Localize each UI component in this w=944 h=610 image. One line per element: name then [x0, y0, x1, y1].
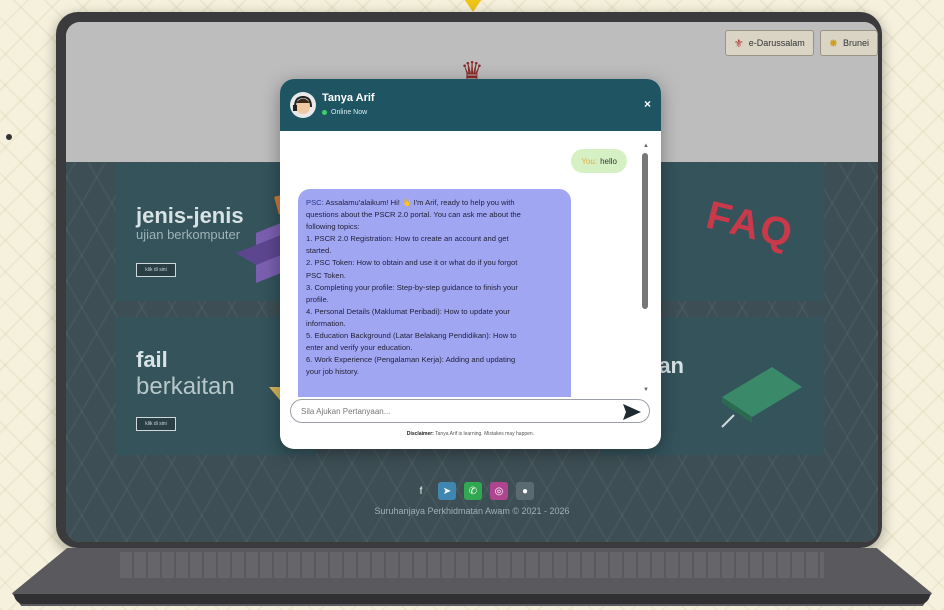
tile-button[interactable]: klik di sini [136, 417, 176, 431]
bot-line: information. [306, 318, 346, 328]
bot-line: 5. Education Background (Latar Belakang … [306, 331, 517, 341]
web-icon[interactable]: ● [516, 482, 534, 500]
whatsapp-icon[interactable]: ✆ [464, 482, 482, 500]
close-button[interactable]: × [644, 97, 651, 111]
tile-subtitle: ujian berkomputer [136, 227, 241, 242]
disclaimer-label: Disclaimer: [406, 431, 434, 437]
bot-message: PSC: Assalamu'alaikum! Hi! 👋 I'm Arif, r… [298, 189, 571, 397]
bot-line: enter and verify your education. [306, 343, 413, 353]
chat-widget: Tanya Arif Online Now × You: hello PSC: … [280, 79, 661, 449]
e-darussalam-label: e-Darussalam [748, 38, 805, 48]
bot-line: 1. PSCR 2.0 Registration: How to create … [306, 234, 509, 244]
send-icon[interactable] [623, 404, 641, 420]
chat-header: Tanya Arif Online Now × [280, 79, 661, 131]
tile-title: fail [136, 347, 168, 372]
bot-line: Assalamu'alaikum! Hi! 👋 I'm Arif, ready … [325, 198, 515, 207]
top-links: ⚜ e-Darussalam ✸ Brunei [724, 30, 878, 56]
facebook-icon[interactable]: f [412, 482, 430, 500]
copyright-text: Suruhanjaya Perkhidmatan Awam © 2021 - 2… [374, 506, 570, 516]
social-links: f ➤ ✆ ◎ ● [412, 482, 534, 500]
tile-subtitle: berkaitan [136, 373, 235, 400]
faq-illustration-text: FAQ [702, 192, 799, 258]
bot-line: profile. [306, 294, 329, 304]
bot-line: 3. Completing your profile: Step-by-step… [306, 282, 518, 292]
user-sender-label: You: [581, 156, 598, 166]
book-illustration-icon [721, 367, 802, 428]
user-message-text: hello [600, 156, 617, 166]
agent-headset-icon [293, 95, 312, 114]
scroll-down-icon[interactable]: ▼ [643, 387, 649, 393]
online-dot-icon [322, 110, 327, 115]
side-dot [6, 134, 12, 140]
online-status: Online Now [322, 109, 367, 116]
tile-title: jenis-jenis [136, 203, 244, 228]
bot-line: PSC Token. [306, 270, 346, 280]
bot-sender-label: PSC: [306, 198, 324, 207]
chat-input-wrapper [290, 399, 650, 423]
bot-line: your job history. [306, 367, 360, 377]
emblem-icon: ✸ [828, 37, 838, 50]
brunei-label: Brunei [842, 38, 869, 48]
disclaimer: Disclaimer: Tanya Arif is learning. Mist… [280, 431, 661, 437]
user-message: You: hello [571, 149, 627, 173]
scroll-up-icon[interactable]: ▲ [643, 143, 649, 149]
bot-line: 2. PSC Token: How to obtain and use it o… [306, 258, 518, 268]
scrollbar-thumb[interactable] [642, 153, 648, 309]
laptop-base-edge [14, 594, 930, 604]
online-status-text: Online Now [331, 109, 368, 116]
keyboard [120, 552, 824, 578]
bot-line: 4. Personal Details (Maklumat Peribadi):… [306, 306, 510, 316]
bot-line: questions about the PSCR 2.0 portal. You… [306, 210, 521, 220]
telegram-icon[interactable]: ➤ [438, 482, 456, 500]
e-darussalam-link[interactable]: ⚜ e-Darussalam [724, 30, 814, 56]
brunei-link[interactable]: ✸ Brunei [819, 30, 878, 56]
bot-line: following topics: [306, 222, 360, 232]
bot-line: 6. Work Experience (Pengalaman Kerja): A… [306, 355, 516, 365]
chat-title: Tanya Arif [322, 92, 375, 104]
instagram-icon[interactable]: ◎ [490, 482, 508, 500]
tile-button[interactable]: klik di sini [136, 263, 176, 277]
crest-icon: ⚜ [733, 37, 744, 50]
assistant-avatar [290, 92, 316, 118]
disclaimer-text: Tanya Arif is learning. Mistakes may hap… [435, 431, 535, 437]
bot-line: started. [306, 246, 332, 256]
chat-input[interactable] [301, 403, 601, 419]
